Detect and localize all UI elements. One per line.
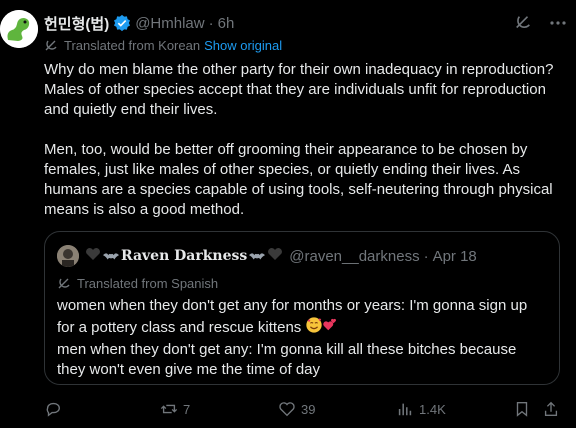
retweet-button[interactable]: 7 — [160, 400, 190, 418]
reply-button[interactable] — [44, 400, 67, 418]
views-button[interactable]: 1.4K — [396, 400, 446, 418]
show-original-link[interactable]: Show original — [204, 38, 282, 53]
translation-note: Translated from Korean Show original — [44, 38, 282, 53]
bat-icon-2 — [249, 248, 266, 265]
translated-label: Translated from Korean — [64, 38, 201, 53]
heart-icon-2 — [267, 247, 283, 265]
quote-translated-label: Translated from Spanish — [77, 276, 219, 291]
bat-icon — [103, 248, 119, 265]
quoted-tweet[interactable]: Raven Darkness @raven__darkness · Apr 18… — [44, 231, 560, 385]
more-icon[interactable] — [548, 14, 568, 32]
quote-text: women when they don't get any for months… — [57, 296, 547, 380]
like-count: 39 — [301, 401, 316, 417]
smiling-face-with-hearts-icon — [305, 316, 323, 340]
like-icon — [279, 402, 295, 417]
grok-icon[interactable] — [514, 14, 532, 32]
tweet-paragraph-1: Why do men blame the other party for the… — [44, 61, 554, 118]
translate-icon — [57, 277, 71, 291]
quote-line-1: women when they don't get any for months… — [57, 296, 547, 340]
quote-avatar[interactable] — [57, 245, 79, 267]
author-handle[interactable]: @Hmhlaw — [135, 15, 204, 32]
quote-handle[interactable]: @raven__darkness — [289, 248, 419, 265]
timestamp[interactable]: 6h — [218, 15, 235, 32]
quote-line-1-text: women when they don't get any for months… — [57, 297, 528, 336]
quote-author-name[interactable]: Raven Darkness — [121, 248, 247, 264]
quote-translation-note: Translated from Spanish — [57, 276, 218, 291]
avatar[interactable] — [0, 10, 38, 48]
tweet-text: Why do men blame the other party for the… — [44, 60, 554, 220]
separator: · — [208, 14, 214, 32]
quote-timestamp[interactable]: Apr 18 — [433, 248, 477, 265]
retweet-count: 7 — [183, 401, 191, 417]
tweet-paragraph-2: Men, too, would be better off grooming t… — [44, 141, 553, 218]
view-count: 1.4K — [419, 401, 446, 417]
tweet-header: 헌민형(법) @Hmhlaw · 6h — [44, 13, 234, 33]
quote-header: Raven Darkness @raven__darkness · Apr 18 — [85, 247, 477, 265]
reply-icon — [46, 402, 60, 417]
retweet-icon — [160, 404, 178, 414]
share-icon — [544, 401, 558, 416]
views-icon — [398, 403, 412, 416]
share-button[interactable] — [542, 400, 565, 418]
action-bar: 7 39 1.4K — [0, 400, 576, 422]
bookmark-button[interactable] — [513, 400, 536, 418]
two-hearts-icon — [323, 318, 337, 338]
author-name[interactable]: 헌민형(법) — [44, 13, 109, 34]
verified-badge-icon — [113, 14, 131, 32]
heart-icon — [85, 247, 101, 265]
bookmark-icon — [516, 402, 528, 417]
quote-separator: · — [423, 247, 429, 265]
quote-line-2: men when they don't get any: I'm gonna k… — [57, 341, 517, 378]
like-button[interactable]: 39 — [278, 400, 315, 418]
translate-icon — [44, 39, 58, 53]
